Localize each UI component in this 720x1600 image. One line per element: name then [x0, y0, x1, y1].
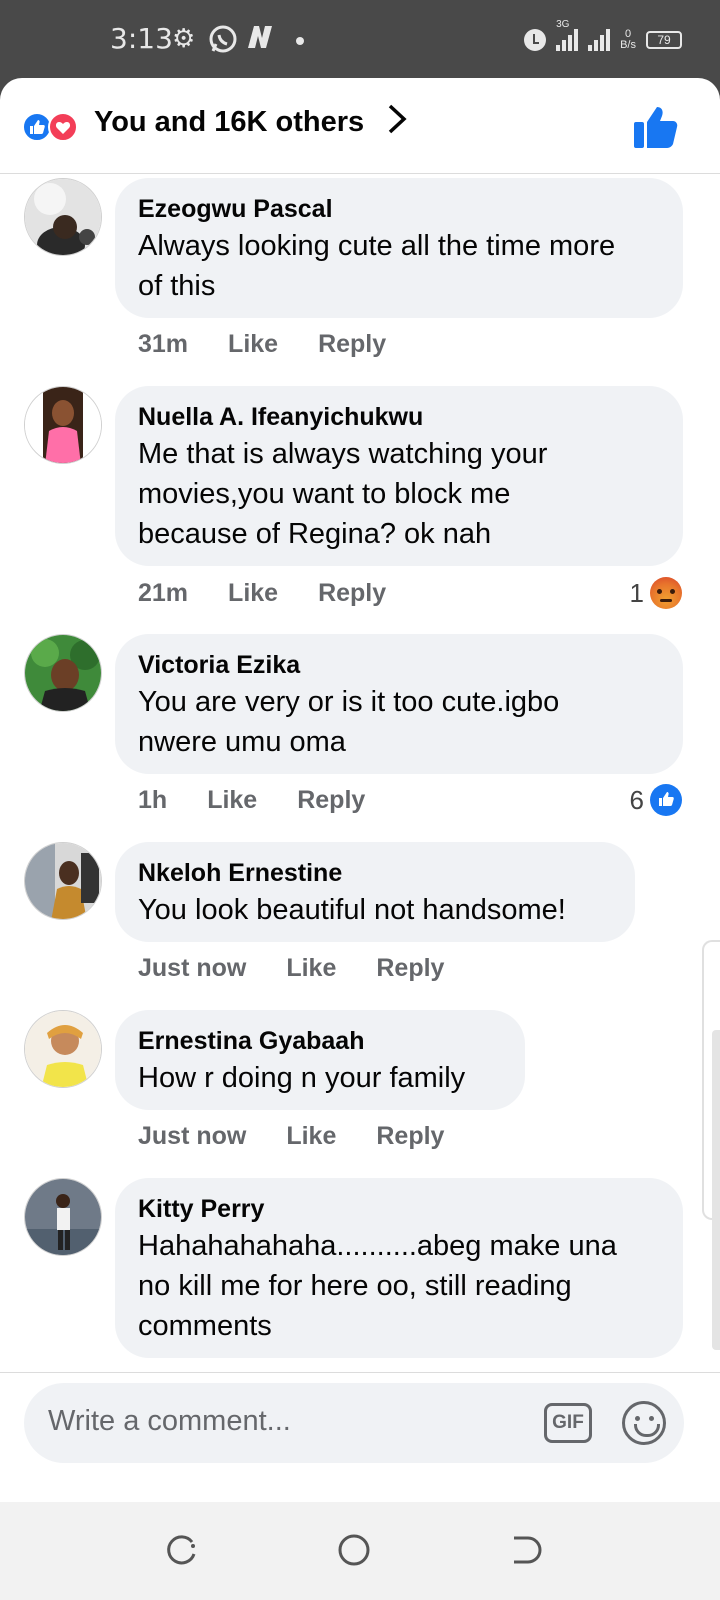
reactions-summary-bar[interactable]: You and 16K others: [0, 78, 720, 174]
avatar[interactable]: [24, 1178, 102, 1256]
signal-3g-icon: 3G: [556, 19, 579, 51]
reply-link[interactable]: Reply: [318, 579, 386, 608]
reply-link[interactable]: Reply: [318, 330, 386, 359]
home-button[interactable]: [336, 1532, 372, 1568]
thumbs-up-icon: [634, 107, 678, 148]
comment-time: Just now: [138, 1122, 247, 1150]
chevron-right-icon[interactable]: [386, 102, 408, 145]
like-post-button[interactable]: [632, 104, 678, 150]
love-reaction-icon: [48, 112, 78, 142]
comments-sheet: You and 16K others Ezeogwu Pascal Always…: [0, 78, 720, 1502]
reply-link[interactable]: Reply: [297, 786, 365, 815]
comment-time: 1h: [138, 786, 168, 814]
status-bar: 3:13 ⚙ 3G 0 B/s 79: [0, 0, 720, 80]
status-time: 3:13: [110, 22, 173, 55]
scrollbar[interactable]: [712, 1030, 720, 1350]
notification-dot-icon: [296, 37, 304, 45]
network-speed: 0 B/s: [620, 29, 636, 51]
comment-actions: 1h Like Reply: [138, 786, 405, 815]
comment-text: Always looking cute all the time more of…: [138, 230, 616, 302]
like-reaction-icon: [650, 784, 682, 816]
reply-link[interactable]: Reply: [376, 1122, 444, 1151]
alarm-icon: [524, 29, 547, 51]
reactions-summary-text[interactable]: You and 16K others: [94, 106, 364, 139]
speed-unit: B/s: [620, 39, 636, 51]
system-nav-bar: [0, 1502, 720, 1600]
comment-bubble[interactable]: Victoria Ezika You are very or is it too…: [115, 634, 683, 774]
comment-author[interactable]: Ezeogwu Pascal: [138, 192, 659, 226]
comment-text: You look beautiful not handsome!: [138, 894, 566, 926]
avatar[interactable]: [24, 842, 102, 920]
home-icon: [338, 1534, 370, 1566]
comment-text: How r doing n your family: [138, 1062, 466, 1094]
comment-text: Hahahahahaha..........abeg make una no k…: [138, 1230, 617, 1342]
avatar[interactable]: [24, 634, 102, 712]
comment-composer: Write a comment... GIF: [0, 1372, 720, 1502]
battery-level: 79: [657, 33, 671, 47]
settings-gear-icon: ⚙: [172, 24, 196, 54]
angry-reaction-icon: [650, 577, 682, 609]
avatar[interactable]: [24, 1010, 102, 1088]
comment-actions: Just now Like Reply: [138, 954, 484, 983]
avatar[interactable]: [24, 386, 102, 464]
avatar[interactable]: [24, 178, 102, 256]
reaction-count[interactable]: 6: [630, 784, 682, 816]
comment-time: 31m: [138, 330, 189, 358]
gif-button[interactable]: GIF: [544, 1403, 592, 1443]
like-link[interactable]: Like: [207, 786, 257, 815]
comment-author[interactable]: Nkeloh Ernestine: [138, 856, 611, 890]
like-link[interactable]: Like: [228, 579, 278, 608]
reaction-count-value: 6: [629, 784, 644, 815]
n-app-icon: [245, 24, 275, 57]
comment-actions: Just now Like Reply: [138, 1122, 484, 1151]
whatsapp-icon: [208, 24, 238, 61]
network-type-label: 3G: [556, 19, 570, 30]
comment-author[interactable]: Victoria Ezika: [138, 648, 659, 682]
reply-link[interactable]: Reply: [376, 954, 444, 983]
comment-input[interactable]: Write a comment... GIF: [24, 1383, 684, 1463]
battery-icon: 79: [646, 31, 682, 49]
like-link[interactable]: Like: [286, 1122, 336, 1151]
comment-author[interactable]: Kitty Perry: [138, 1192, 659, 1226]
comment-bubble[interactable]: Ernestina Gyabaah How r doing n your fam…: [115, 1010, 525, 1110]
comment-text: Me that is always watching your movies,y…: [138, 438, 548, 550]
comment-author[interactable]: Nuella A. Ifeanyichukwu: [138, 400, 659, 434]
comment-bubble[interactable]: Kitty Perry Hahahahahaha..........abeg m…: [115, 1178, 683, 1358]
back-button[interactable]: [506, 1532, 542, 1568]
comment-time: Just now: [138, 954, 247, 982]
signal-icon: [588, 29, 611, 51]
recents-icon: [167, 1535, 196, 1565]
reaction-count-value: 1: [629, 577, 644, 608]
comment-bubble[interactable]: Nuella A. Ifeanyichukwu Me that is alway…: [115, 386, 683, 566]
reaction-count[interactable]: 1: [630, 577, 682, 609]
recents-button[interactable]: [164, 1532, 200, 1568]
comment-time: 21m: [138, 579, 189, 607]
comment-bubble[interactable]: Nkeloh Ernestine You look beautiful not …: [115, 842, 635, 942]
back-icon: [514, 1536, 542, 1564]
comment-input-placeholder: Write a comment...: [48, 1405, 291, 1437]
comment-author[interactable]: Ernestina Gyabaah: [138, 1024, 501, 1058]
comment-actions: 31m Like Reply: [138, 330, 426, 359]
emoji-icon[interactable]: [622, 1401, 666, 1445]
comment-bubble[interactable]: Ezeogwu Pascal Always looking cute all t…: [115, 178, 683, 318]
reaction-icons: [22, 112, 84, 142]
like-link[interactable]: Like: [286, 954, 336, 983]
like-link[interactable]: Like: [228, 330, 278, 359]
comment-actions: 21m Like Reply: [138, 579, 426, 608]
comment-text: You are very or is it too cute.igbo nwer…: [138, 686, 560, 758]
